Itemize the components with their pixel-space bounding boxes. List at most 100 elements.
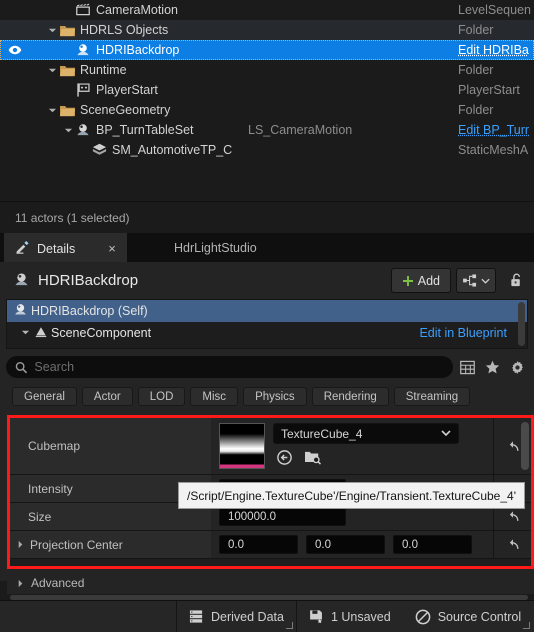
search-container[interactable] (6, 356, 453, 378)
property-value: 0.0 0.0 0.0 (211, 531, 493, 558)
playerstart-flag-icon (74, 81, 92, 99)
chevron-down-icon (480, 278, 490, 284)
tab-hdrlightstudio-label: HdrLightStudio (174, 240, 257, 255)
browse-folder-icon[interactable] (304, 449, 323, 469)
expand-triangle-icon[interactable] (46, 100, 58, 120)
source-control-button[interactable]: Source Control (403, 601, 533, 632)
component-tree[interactable]: HDRIBackdrop (Self) SceneComponent Edit … (6, 299, 528, 349)
source-control-icon (415, 609, 431, 624)
tab-hdrlightstudio[interactable]: HdrLightStudio (163, 233, 268, 262)
folder-icon (58, 61, 76, 79)
property-row: Cubemap TextureCube_4 (10, 418, 531, 475)
expand-triangle-icon[interactable] (62, 120, 74, 140)
details-tab-icon (15, 240, 30, 258)
panel-tabbar: Details × HdrLightStudio (0, 233, 534, 262)
reset-to-default-button[interactable] (493, 531, 531, 558)
gear-icon[interactable] (506, 356, 528, 378)
add-button-label: Add (417, 273, 440, 288)
unsaved-label: 1 Unsaved (330, 609, 391, 624)
cubemap-asset-value: TextureCube_4 (281, 426, 363, 441)
outliner-row[interactable]: SceneGeometry Folder (0, 100, 534, 120)
tab-details[interactable]: Details × (4, 233, 127, 262)
hdri-sphere-icon (13, 271, 30, 291)
outliner-row-type[interactable]: Edit BP_Turr (458, 123, 529, 137)
outliner-row[interactable]: Runtime Folder (0, 60, 534, 80)
hierarchy-icon (462, 274, 476, 287)
unsaved-button[interactable]: 1 Unsaved (297, 601, 403, 632)
scene-component-icon (34, 325, 48, 342)
vector-field[interactable]: 0.0 (306, 535, 385, 554)
browse-to-asset-icon[interactable] (276, 449, 293, 469)
category-chip[interactable]: Physics (243, 387, 307, 406)
cubemap-thumbnail[interactable] (219, 423, 265, 469)
component-self-label: HDRIBackdrop (Self) (31, 304, 148, 318)
category-chip[interactable]: LOD (137, 387, 186, 406)
reset-arrow-icon (509, 539, 518, 549)
outliner-status: 11 actors (1 selected) (0, 201, 534, 233)
edit-in-blueprint-link[interactable]: Edit in Blueprint (419, 326, 507, 340)
outliner-row[interactable]: PlayerStart PlayerStart (0, 80, 534, 100)
vector-field[interactable]: 0.0 (219, 535, 298, 554)
property-label[interactable]: Projection Center (10, 531, 211, 558)
cubemap-asset-dropdown[interactable]: TextureCube_4 (273, 423, 459, 444)
tab-details-label: Details (37, 241, 76, 256)
category-chip[interactable]: General (12, 387, 77, 406)
source-control-label: Source Control (437, 609, 522, 624)
chevron-down-icon (441, 430, 451, 437)
advanced-label: Advanced (31, 576, 85, 590)
search-input[interactable] (34, 360, 453, 374)
derived-data-icon (189, 610, 203, 623)
chevron-down-icon[interactable] (21, 326, 30, 340)
visibility-eye-icon[interactable] (8, 43, 22, 57)
outliner-row[interactable]: HDRIBackdrop Edit HDRIBa (0, 40, 534, 60)
component-row-scenecomponent[interactable]: SceneComponent Edit in Blueprint (7, 322, 527, 344)
lock-details-button[interactable] (506, 270, 526, 290)
category-chip[interactable]: Rendering (311, 387, 389, 406)
component-child-label: SceneComponent (51, 326, 152, 340)
expand-triangle-icon[interactable] (46, 60, 58, 80)
outliner-row[interactable]: BP_TurnTableSet LS_CameraMotion Edit BP_… (0, 120, 534, 140)
world-outliner[interactable]: CameraMotion LevelSequen HDRLS Objects F… (0, 0, 534, 201)
category-chip[interactable]: Actor (81, 387, 133, 406)
outliner-row-type: Folder (458, 103, 494, 117)
favorites-star-icon[interactable] (481, 356, 503, 378)
actor-count-label: 11 actors (1 selected) (15, 210, 130, 225)
component-view-options-button[interactable] (456, 268, 496, 293)
clapperboard-icon (74, 1, 92, 19)
outliner-row-type: PlayerStart (458, 83, 520, 97)
reset-arrow-icon (509, 440, 518, 451)
add-component-button[interactable]: Add (390, 268, 451, 293)
component-tree-scrollbar[interactable] (518, 302, 525, 346)
property-label: Cubemap (10, 418, 211, 474)
folder-icon (58, 21, 76, 39)
outliner-row[interactable]: SM_AutomotiveTP_C StaticMeshA (0, 140, 534, 160)
resize-corner-icon (285, 621, 293, 629)
component-row-self[interactable]: HDRIBackdrop (Self) (7, 300, 527, 322)
properties-scrollbar[interactable] (521, 422, 529, 470)
static-mesh-icon (90, 141, 108, 159)
derived-data-button[interactable]: Derived Data (177, 601, 296, 632)
outliner-row[interactable]: HDRLS Objects Folder (0, 20, 534, 40)
number-field[interactable]: 100000.0 (219, 507, 346, 526)
vector-field[interactable]: 0.0 (393, 535, 472, 554)
column-view-icon[interactable] (456, 356, 478, 378)
status-bar: Derived Data 1 Unsaved Source Control (0, 600, 534, 632)
outliner-row-type[interactable]: Edit HDRIBa (458, 43, 529, 57)
outliner-row-type: Folder (458, 63, 494, 77)
derived-data-label: Derived Data (211, 609, 284, 624)
save-icon (310, 610, 322, 624)
property-value: TextureCube_4 (211, 418, 493, 474)
hdri-sphere-icon (74, 41, 92, 59)
outliner-row[interactable]: CameraMotion LevelSequen (0, 0, 534, 20)
advanced-section-header[interactable]: Advanced (7, 572, 534, 594)
category-chip[interactable]: Misc (190, 387, 239, 406)
outliner-row-label: CameraMotion (96, 3, 178, 17)
expand-triangle-icon[interactable] (46, 20, 58, 40)
outliner-row-label: Runtime (80, 63, 127, 77)
category-chip[interactable]: Streaming (393, 387, 471, 406)
close-icon[interactable]: × (108, 241, 116, 256)
property-name-text: Intensity (28, 481, 73, 496)
search-icon (15, 361, 28, 373)
property-name-text: Projection Center (30, 537, 123, 552)
